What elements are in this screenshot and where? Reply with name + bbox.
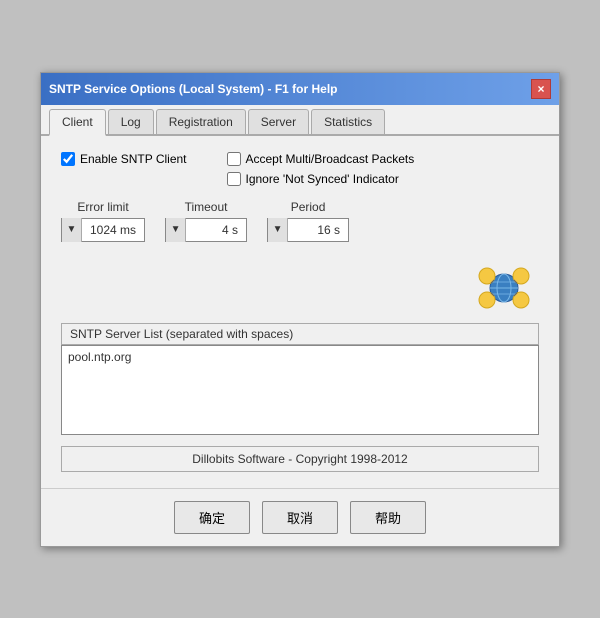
- timeout-value: 4 s: [186, 223, 246, 237]
- cancel-button[interactable]: 取消: [262, 501, 338, 534]
- right-checkboxes: Accept Multi/Broadcast Packets Ignore 'N…: [227, 152, 415, 186]
- enable-sntp-checkbox[interactable]: [61, 152, 75, 166]
- spinners-row: Error limit ▼ 1024 ms Timeout ▼ 4 s Peri…: [61, 200, 539, 242]
- button-row: 确定 取消 帮助: [41, 488, 559, 546]
- error-limit-arrow[interactable]: ▼: [62, 218, 82, 242]
- error-limit-spinner[interactable]: ▼ 1024 ms: [61, 218, 145, 242]
- period-label: Period: [291, 200, 326, 214]
- accept-multi-label: Accept Multi/Broadcast Packets: [246, 152, 415, 166]
- tab-registration[interactable]: Registration: [156, 109, 246, 134]
- tab-content: Enable SNTP Client Accept Multi/Broadcas…: [41, 136, 559, 488]
- error-limit-group: Error limit ▼ 1024 ms: [61, 200, 145, 242]
- close-button[interactable]: ×: [531, 79, 551, 99]
- help-button[interactable]: 帮助: [350, 501, 426, 534]
- copyright-text: Dillobits Software - Copyright 1998-2012: [192, 452, 407, 466]
- tab-statistics[interactable]: Statistics: [311, 109, 385, 134]
- network-icon: [469, 258, 539, 313]
- window-title: SNTP Service Options (Local System) - F1…: [49, 82, 338, 96]
- tab-client[interactable]: Client: [49, 109, 106, 136]
- timeout-label: Timeout: [185, 200, 228, 214]
- server-list-border: SNTP Server List (separated with spaces): [61, 323, 539, 345]
- timeout-group: Timeout ▼ 4 s: [165, 200, 247, 242]
- server-list-textarea[interactable]: [61, 345, 539, 435]
- enable-sntp-label: Enable SNTP Client: [80, 152, 187, 166]
- period-group: Period ▼ 16 s: [267, 200, 349, 242]
- tab-server[interactable]: Server: [248, 109, 309, 134]
- tab-log[interactable]: Log: [108, 109, 154, 134]
- ignore-synced-label: Ignore 'Not Synced' Indicator: [246, 172, 399, 186]
- options-row: Enable SNTP Client Accept Multi/Broadcas…: [61, 152, 539, 186]
- main-window: SNTP Service Options (Local System) - F1…: [40, 72, 560, 547]
- title-bar: SNTP Service Options (Local System) - F1…: [41, 73, 559, 105]
- copyright-bar: Dillobits Software - Copyright 1998-2012: [61, 446, 539, 472]
- period-spinner[interactable]: ▼ 16 s: [267, 218, 349, 242]
- period-value: 16 s: [288, 223, 348, 237]
- ok-button[interactable]: 确定: [174, 501, 250, 534]
- period-arrow[interactable]: ▼: [268, 218, 288, 242]
- error-limit-label: Error limit: [77, 200, 128, 214]
- accept-multi-checkbox-item[interactable]: Accept Multi/Broadcast Packets: [227, 152, 415, 166]
- accept-multi-checkbox[interactable]: [227, 152, 241, 166]
- server-list-label: SNTP Server List (separated with spaces): [62, 324, 538, 344]
- enable-sntp-checkbox-item[interactable]: Enable SNTP Client: [61, 152, 187, 166]
- icon-section: [61, 258, 539, 313]
- ignore-synced-checkbox[interactable]: [227, 172, 241, 186]
- tab-bar: Client Log Registration Server Statistic…: [41, 105, 559, 136]
- timeout-arrow[interactable]: ▼: [166, 218, 186, 242]
- timeout-spinner[interactable]: ▼ 4 s: [165, 218, 247, 242]
- server-list-group: SNTP Server List (separated with spaces): [61, 323, 539, 438]
- ignore-synced-checkbox-item[interactable]: Ignore 'Not Synced' Indicator: [227, 172, 415, 186]
- error-limit-value: 1024 ms: [82, 223, 144, 237]
